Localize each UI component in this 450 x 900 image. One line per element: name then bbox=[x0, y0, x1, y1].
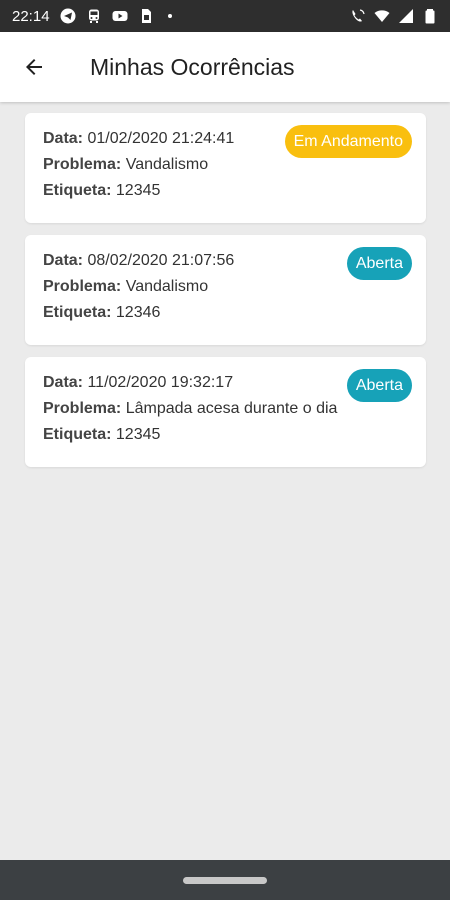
date-label: Data: bbox=[43, 130, 84, 147]
occurrence-card[interactable]: Data: 01/02/2020 21:24:41 Problema: Vand… bbox=[25, 113, 426, 223]
date-value: 08/02/2020 21:07:56 bbox=[87, 252, 235, 269]
date-label: Data: bbox=[43, 252, 84, 269]
problem-value: Lâmpada acesa durante o dia bbox=[125, 400, 338, 417]
signal-icon bbox=[398, 8, 414, 24]
youtube-icon bbox=[112, 8, 128, 24]
status-badge: Aberta bbox=[346, 369, 412, 402]
tag-value: 12346 bbox=[115, 304, 161, 321]
date-value: 01/02/2020 21:24:41 bbox=[87, 130, 235, 147]
notification-dot bbox=[167, 14, 172, 18]
home-gesture-handle[interactable] bbox=[183, 876, 267, 884]
date-label: Data: bbox=[43, 374, 84, 391]
arrow-back-icon bbox=[26, 59, 42, 75]
problem-row: Problema: Vandalismo bbox=[43, 155, 408, 175]
system-navigation-bar bbox=[0, 860, 450, 900]
back-button[interactable] bbox=[12, 45, 56, 89]
tag-value: 12345 bbox=[115, 426, 161, 443]
problem-value: Vandalismo bbox=[125, 156, 209, 173]
problem-row: Problema: Lâmpada acesa durante o dia bbox=[43, 399, 408, 419]
problem-label: Problema: bbox=[43, 278, 122, 295]
page-title: Minhas Ocorrências bbox=[90, 53, 295, 80]
tag-row: Etiqueta: 12346 bbox=[43, 303, 408, 323]
status-badge: Em Andamento bbox=[284, 125, 412, 158]
status-bar: 22:14 bbox=[0, 0, 450, 32]
problem-label: Problema: bbox=[43, 156, 122, 173]
tag-label: Etiqueta: bbox=[43, 426, 112, 443]
tag-row: Etiqueta: 12345 bbox=[43, 425, 408, 445]
occurrence-card[interactable]: Data: 08/02/2020 21:07:56 Problema: Vand… bbox=[25, 235, 426, 345]
wifi-icon bbox=[374, 8, 390, 24]
problem-value: Vandalismo bbox=[125, 278, 209, 295]
sim-card-icon bbox=[138, 8, 154, 24]
problem-row: Problema: Vandalismo bbox=[43, 277, 408, 297]
telegram-icon bbox=[60, 8, 76, 24]
tag-label: Etiqueta: bbox=[43, 182, 112, 199]
date-value: 11/02/2020 19:32:17 bbox=[87, 374, 234, 391]
status-badge: Aberta bbox=[346, 247, 412, 280]
occurrence-list: Data: 01/02/2020 21:24:41 Problema: Vand… bbox=[25, 113, 426, 479]
tag-value: 12345 bbox=[115, 182, 161, 199]
problem-label: Problema: bbox=[43, 400, 122, 417]
battery-icon bbox=[422, 8, 438, 24]
occurrence-card[interactable]: Data: 11/02/2020 19:32:17 Problema: Lâmp… bbox=[25, 357, 426, 467]
train-icon bbox=[86, 8, 102, 24]
status-time: 22:14 bbox=[12, 7, 50, 25]
tag-label: Etiqueta: bbox=[43, 304, 112, 321]
app-bar: Minhas Ocorrências bbox=[0, 32, 450, 102]
wifi-call-icon bbox=[350, 8, 366, 24]
tag-row: Etiqueta: 12345 bbox=[43, 181, 408, 201]
